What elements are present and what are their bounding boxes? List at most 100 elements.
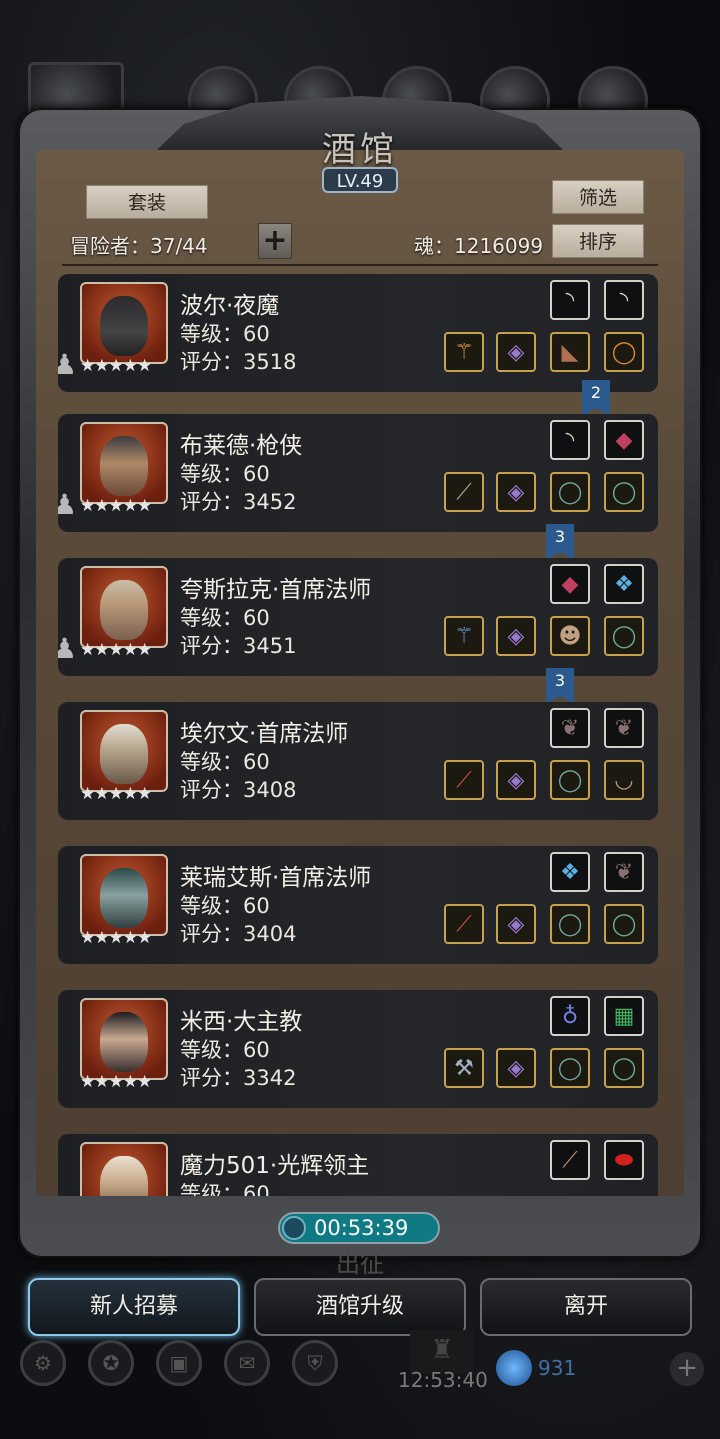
mail-icon[interactable]: ✉ (224, 1340, 270, 1386)
star-rating: ★★★★★ (80, 356, 152, 376)
sort-button[interactable]: 排序 (552, 224, 644, 258)
claw-item-icon[interactable]: ⟋ (550, 1140, 590, 1180)
tome-item-icon[interactable]: ▦ (604, 996, 644, 1036)
settings-icon[interactable]: ⚙ (20, 1340, 66, 1386)
adventurer-level: 等级：60 (180, 750, 270, 774)
ring-item-icon[interactable]: ◯ (604, 1048, 644, 1088)
feather-item-icon[interactable]: ❦ (604, 708, 644, 748)
adventurer-portrait (80, 422, 168, 504)
wand-item-icon[interactable]: ⟋ (444, 760, 484, 800)
feather-item-icon[interactable]: ❦ (550, 708, 590, 748)
rune-icon[interactable]: ▣ (156, 1340, 202, 1386)
armor-item-icon[interactable]: ◈ (496, 616, 536, 656)
gem-item-icon[interactable]: ◆ (604, 420, 644, 460)
ring-item-icon[interactable]: ◯ (550, 472, 590, 512)
feather-item-icon[interactable]: ❦ (604, 852, 644, 892)
adventurer-card[interactable]: ★★★★★ 米西·大主教 等级：60 评分：3342 ♁ ▦ ⚒ ◈ ◯ ◯ (58, 990, 658, 1108)
figure-icon: ♟ (58, 348, 78, 381)
armor-item-icon[interactable]: ◈ (496, 760, 536, 800)
adventurer-name: 埃尔文·首席法师 (180, 721, 349, 747)
timer-text: 00:53:39 (314, 1216, 409, 1240)
crystal-item-icon[interactable]: ❖ (550, 852, 590, 892)
armor-item-icon[interactable]: ◈ (496, 1048, 536, 1088)
ring-item-icon[interactable]: ◯ (604, 904, 644, 944)
adventurer-level: 等级：60 (180, 1038, 270, 1062)
adventurer-card[interactable]: ♟ ★★★★★ 布莱德·枪侠 等级：60 评分：3452 ◝ ◆ ⟋ ◈ ◯ ◯ (58, 414, 658, 532)
armor-item-icon[interactable]: ◈ (496, 904, 536, 944)
spear-item-icon[interactable]: ⟋ (444, 472, 484, 512)
set-count-ribbon: 3 (546, 524, 574, 560)
set-count-ribbon: 2 (582, 380, 610, 416)
fang-item-icon[interactable]: ◝ (550, 420, 590, 460)
fang-item-icon[interactable]: ◝ (604, 280, 644, 320)
hammer-item-icon[interactable]: ⚒ (444, 1048, 484, 1088)
adventurer-portrait (80, 998, 168, 1080)
star-rating: ★★★★★ (80, 784, 152, 804)
ring-item-icon[interactable]: ◯ (604, 616, 644, 656)
adventurer-name: 莱瑞艾斯·首席法师 (180, 865, 372, 891)
adventurer-score: 评分：3518 (180, 350, 297, 374)
ring-item-icon[interactable]: ◯ (550, 760, 590, 800)
filter-button[interactable]: 筛选 (552, 180, 644, 214)
add-slot-button[interactable]: + (258, 223, 292, 259)
tavern-level-badge: LV.49 (322, 167, 398, 193)
armor-item-icon[interactable]: ◈ (496, 472, 536, 512)
compass-icon (282, 1216, 306, 1240)
adventurer-card[interactable]: ♟ ★★★★★ 波尔·夜魔 等级：60 评分：3518 ◝ ◝ ⚚ ◈ ◣ ◯ (58, 274, 658, 392)
fang-item-icon[interactable]: ◝ (550, 280, 590, 320)
adventurer-card[interactable]: ★★★★★ 埃尔文·首席法师 等级：60 评分：3408 ❦ ❦ ⟋ ◈ ◯ ◡ (58, 702, 658, 820)
shield-icon[interactable]: ⛨ (292, 1340, 338, 1386)
staff-item-icon[interactable]: ⚚ (444, 332, 484, 372)
adventurer-portrait (80, 710, 168, 792)
upgrade-tavern-button[interactable]: 酒馆升级 (254, 1278, 466, 1336)
mask-item-icon[interactable]: ☻ (550, 616, 590, 656)
adventurer-name: 夸斯拉克·首席法师 (180, 577, 372, 603)
gem-item-icon[interactable]: ◆ (550, 564, 590, 604)
leave-button[interactable]: 离开 (480, 1278, 692, 1336)
adventurer-name: 魔力501·光辉领主 (180, 1153, 370, 1179)
star-rating: ★★★★★ (80, 640, 152, 660)
adventurer-score: 评分：3342 (180, 1066, 297, 1090)
adventurer-level: 等级：60 (180, 1182, 270, 1196)
adventurer-level: 等级：60 (180, 894, 270, 918)
adventurer-score: 评分：3408 (180, 778, 297, 802)
staff-item-icon[interactable]: ⚚ (444, 616, 484, 656)
adventurer-portrait (80, 566, 168, 648)
adventurer-name: 布莱德·枪侠 (180, 433, 303, 459)
adventurer-score: 评分：3452 (180, 490, 297, 514)
set-button[interactable]: 套装 (86, 185, 208, 219)
expedition-timer[interactable]: 00:53:39 (278, 1212, 440, 1244)
set-count-ribbon: 3 (546, 668, 574, 704)
crystal-item-icon[interactable]: ❖ (604, 564, 644, 604)
adventurer-level: 等级：60 (180, 462, 270, 486)
star-rating: ★★★★★ (80, 1072, 152, 1092)
ring-item-icon[interactable]: ◯ (604, 472, 644, 512)
depart-label: 出征 (336, 1250, 384, 1278)
ring-item-icon[interactable]: ◯ (550, 1048, 590, 1088)
armor-item-icon[interactable]: ◈ (496, 332, 536, 372)
adventurer-level: 等级：60 (180, 322, 270, 346)
ring-item-icon[interactable]: ◯ (604, 332, 644, 372)
adventurer-portrait (80, 282, 168, 364)
wand-item-icon[interactable]: ⟋ (444, 904, 484, 944)
adventurer-card[interactable]: ★★★★★ 莱瑞艾斯·首席法师 等级：60 评分：3404 ❖ ❦ ⟋ ◈ ◯ … (58, 846, 658, 964)
adventurer-list[interactable]: ♟ ★★★★★ 波尔·夜魔 等级：60 评分：3518 ◝ ◝ ⚚ ◈ ◣ ◯ … (58, 270, 660, 1196)
ruby-item-icon[interactable]: ⬬ (604, 1140, 644, 1180)
compass-menu-icon[interactable]: ✪ (88, 1340, 134, 1386)
adventurer-count: 冒险者：37/44 (70, 234, 208, 258)
adventurer-card[interactable]: ★★★★★ 魔力501·光辉领主 等级：60 ⟋ ⬬ (58, 1134, 658, 1196)
adventurer-score: 评分：3451 (180, 634, 297, 658)
adventurer-card[interactable]: ♟ ★★★★★ 夸斯拉克·首席法师 等级：60 评分：3451 ◆ ❖ ⚚ ◈ … (58, 558, 658, 676)
star-rating: ★★★★★ (80, 928, 152, 948)
boots-item-icon[interactable]: ◣ (550, 332, 590, 372)
add-currency-button[interactable]: + (670, 1352, 704, 1386)
adventurer-level: 等级：60 (180, 606, 270, 630)
page-title: 酒馆 (322, 130, 398, 170)
amulet-item-icon[interactable]: ♁ (550, 996, 590, 1036)
ring-item-icon[interactable]: ◯ (550, 904, 590, 944)
recruit-button[interactable]: 新人招募 (28, 1278, 240, 1336)
necklace-item-icon[interactable]: ◡ (604, 760, 644, 800)
adventurer-portrait (80, 1142, 168, 1196)
gem-currency-icon (496, 1350, 532, 1386)
adventurer-name: 波尔·夜魔 (180, 293, 280, 319)
